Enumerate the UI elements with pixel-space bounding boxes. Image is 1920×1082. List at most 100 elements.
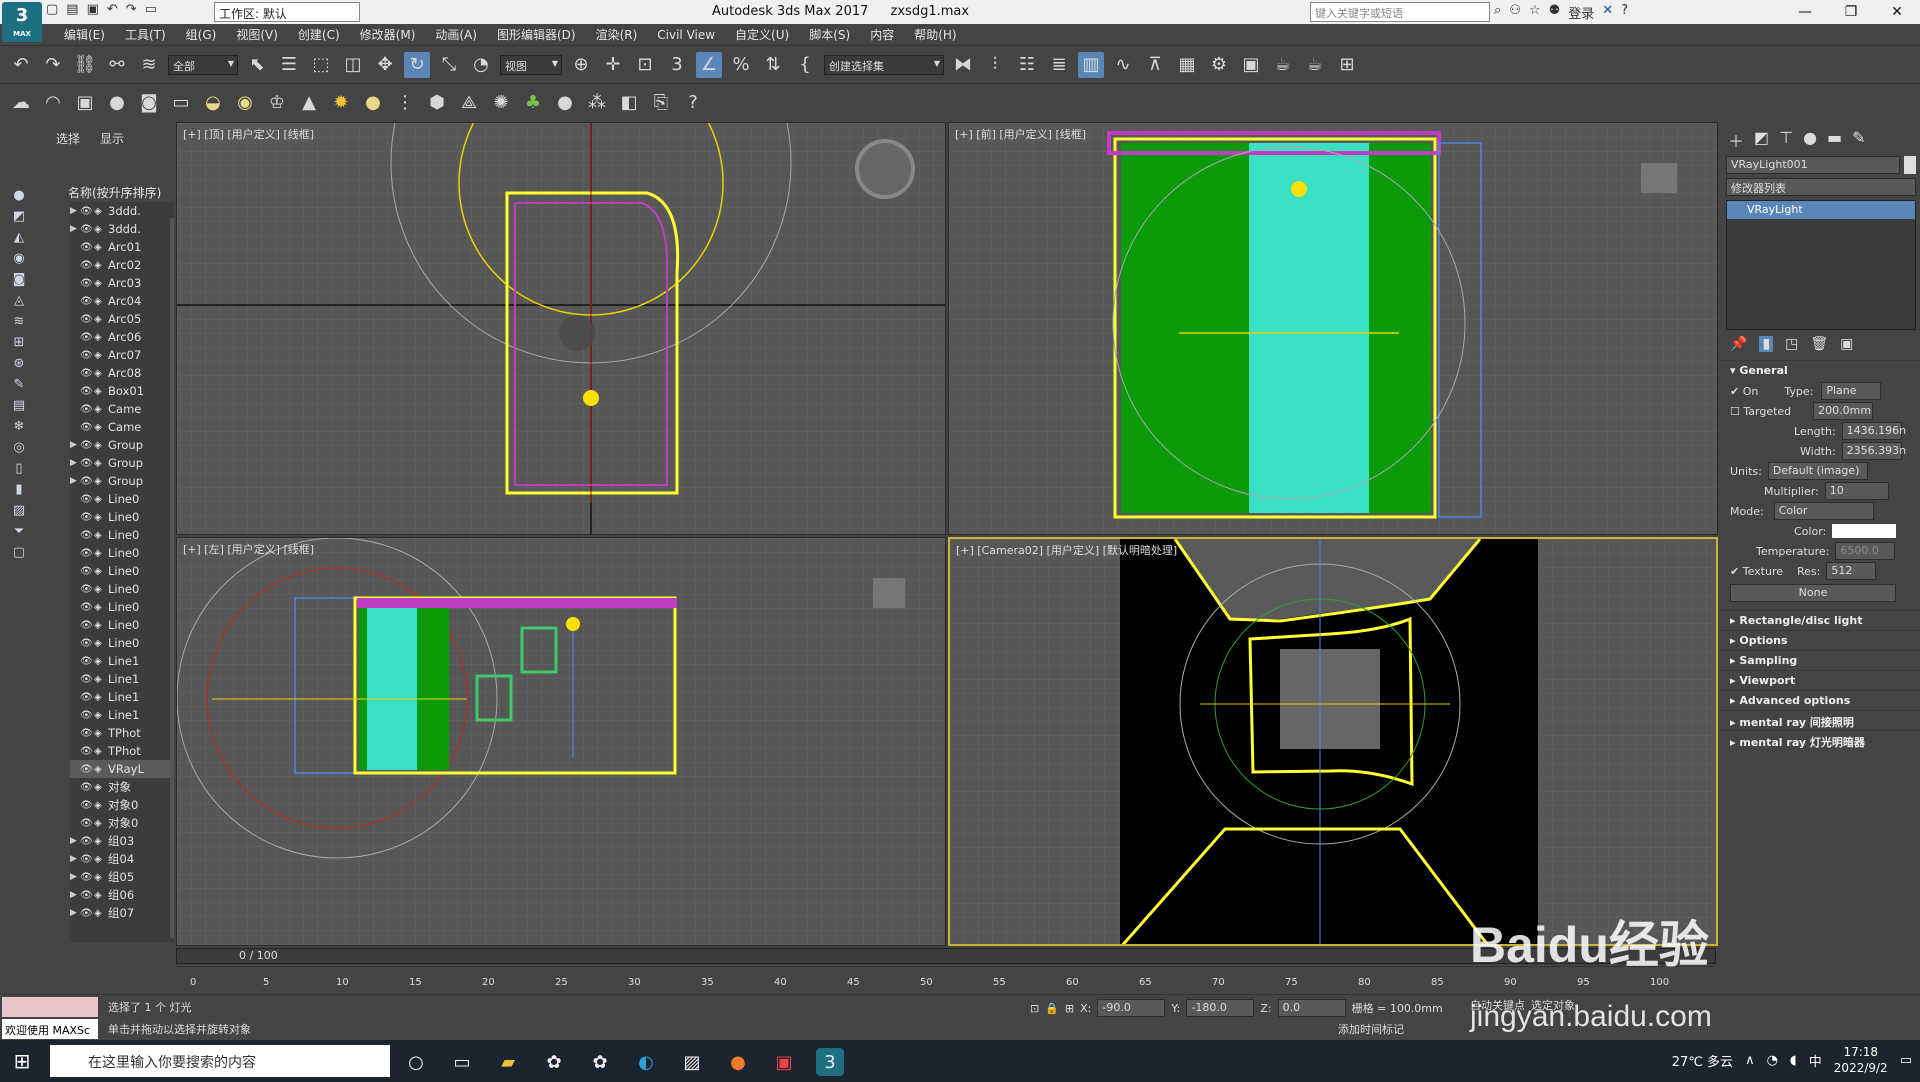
y-field[interactable]: -180.0	[1186, 999, 1255, 1017]
scene-tree-item[interactable]: 👁 ◈ Line1	[70, 670, 174, 688]
display-containers-icon[interactable]: ▤	[7, 394, 31, 416]
eye-icon[interactable]: 👁	[80, 782, 94, 793]
render-setup-icon[interactable]: ⚙	[1206, 52, 1232, 78]
scene-tree-item[interactable]: ▶ 👁 ◈ 组04	[70, 850, 174, 868]
scene-tree-item[interactable]: 👁 ◈ 对象0	[70, 796, 174, 814]
vray-dome-light-icon[interactable]: ◒	[200, 89, 226, 115]
scene-tree-item[interactable]: 👁 ◈ Line1	[70, 652, 174, 670]
rollout-header[interactable]: ▸ Sampling	[1720, 650, 1920, 670]
scene-tree-item[interactable]: 👁 ◈ Arc01	[70, 238, 174, 256]
texture-checkbox[interactable]: ✔	[1730, 565, 1739, 578]
rollout-header[interactable]: ▸ mental ray 间接照明	[1720, 710, 1920, 730]
vray-mesh-light-icon[interactable]: ♔	[264, 89, 290, 115]
targeted-checkbox[interactable]: ☐	[1730, 405, 1740, 418]
tab-display[interactable]: 显示	[100, 130, 124, 147]
close-icon[interactable]: ✕	[1874, 0, 1920, 24]
redo-icon[interactable]: ↷	[126, 2, 137, 17]
expand-arrow-icon[interactable]: ▶	[70, 854, 80, 864]
eye-icon[interactable]: 👁	[80, 746, 94, 757]
vray-sun-icon[interactable]: ✹	[328, 89, 354, 115]
curve-editor-icon[interactable]: ∿	[1110, 52, 1136, 78]
eye-icon[interactable]: 👁	[80, 494, 94, 505]
undo-icon[interactable]: ↶	[107, 2, 118, 17]
vray-fur2-icon[interactable]: ♣	[520, 89, 546, 115]
rollout-header[interactable]: ▸ mental ray 灯光明暗器	[1720, 730, 1920, 750]
scene-tree-item[interactable]: 👁 ◈ VRayL	[70, 760, 174, 778]
menu-item[interactable]: 脚本(S)	[799, 26, 860, 43]
eye-icon[interactable]: 👁	[80, 908, 94, 919]
scene-tree[interactable]: ▶ 👁 ◈ 3ddd. ▶ 👁 ◈ 3ddd. 👁 ◈ Arc01 👁 ◈ Arc02 👁 ◈ Arc03 👁 ◈ A…	[70, 202, 174, 942]
multiplier-field[interactable]: 10	[1824, 482, 1889, 500]
vray-ambient-light-icon[interactable]: ●	[360, 89, 386, 115]
rotate-icon[interactable]: ↻	[404, 51, 430, 78]
rollout-header[interactable]: ▸ Rectangle/disc light	[1720, 610, 1920, 630]
window-crossing-icon[interactable]: ◫	[340, 52, 366, 78]
vray-help-icon[interactable]: ?	[680, 89, 706, 115]
viewport-label-camera[interactable]: [+] [Camera02] [用户定义] [默认明暗处理]	[956, 542, 1177, 558]
scene-tree-item[interactable]: 👁 ◈ Line1	[70, 706, 174, 724]
app-icon[interactable]: ✿	[540, 1048, 568, 1076]
remove-modifier-icon[interactable]: 🗑	[1810, 336, 1828, 352]
type-dropdown[interactable]: Plane	[1821, 382, 1882, 400]
menu-item[interactable]: 创建(C)	[288, 26, 350, 43]
menu-item[interactable]: 组(G)	[176, 26, 227, 43]
temperature-field[interactable]: 6500.0	[1835, 542, 1896, 560]
layer-icon[interactable]: ▢	[7, 541, 31, 563]
isolate-icon[interactable]: ⊡	[1030, 1002, 1039, 1015]
vray-plane-light-icon[interactable]: ▭	[168, 89, 194, 115]
eye-icon[interactable]: 👁	[80, 854, 94, 865]
expand-arrow-icon[interactable]: ▶	[70, 872, 80, 882]
vray-ies-light-icon[interactable]: ▲	[296, 89, 322, 115]
create-tab-icon[interactable]: ＋	[1728, 128, 1744, 152]
vray-fb-icon[interactable]: ▣	[72, 89, 98, 115]
invert-display-icon[interactable]: ▨	[7, 499, 31, 521]
eye-icon[interactable]: 👁	[80, 872, 94, 883]
viewcube[interactable]	[855, 139, 915, 199]
mirror-icon[interactable]: ⧓	[950, 52, 976, 78]
eye-icon[interactable]: 👁	[80, 368, 94, 379]
network-icon[interactable]: ◔	[1767, 1053, 1778, 1068]
edit-named-sets-icon[interactable]: {	[792, 52, 818, 78]
notification-icon[interactable]: ▭	[1900, 1053, 1912, 1068]
cortana-icon[interactable]: ○	[402, 1048, 430, 1076]
vray-teapot-icon[interactable]: ☁	[8, 89, 34, 115]
display-hidden-icon[interactable]: ◎	[7, 436, 31, 458]
viewport-label-left[interactable]: [+] [左] [用户定义] [线框]	[183, 541, 314, 557]
align-icon[interactable]: ⫶	[982, 52, 1008, 78]
display-groups-icon[interactable]: ⊞	[7, 331, 31, 353]
expand-arrow-icon[interactable]: ▶	[70, 458, 80, 468]
object-name-field[interactable]: VRayLight001	[1726, 156, 1900, 174]
scene-tree-item[interactable]: 👁 ◈ Line0	[70, 634, 174, 652]
weather[interactable]: 27℃ 多云	[1672, 1051, 1733, 1070]
rendered-frame-icon[interactable]: ▣	[1238, 52, 1264, 78]
scene-tree-item[interactable]: 👁 ◈ Arc08	[70, 364, 174, 382]
viewport-front[interactable]: [+] [前] [用户定义] [线框]	[948, 122, 1718, 535]
named-selection-dropdown[interactable]: 创建选择集	[824, 54, 944, 75]
rollout-header[interactable]: ▸ Advanced options	[1720, 690, 1920, 710]
menu-item[interactable]: 自定义(U)	[725, 26, 799, 43]
scale-icon[interactable]: ⤡	[436, 52, 462, 78]
menu-item[interactable]: 帮助(H)	[904, 26, 966, 43]
rollout-header[interactable]: ▸ Options	[1720, 630, 1920, 650]
eye-icon[interactable]: 👁	[80, 638, 94, 649]
rect-selection-icon[interactable]: ⬚	[308, 52, 334, 78]
menu-item[interactable]: 动画(A)	[425, 26, 487, 43]
scene-tree-item[interactable]: 👁 ◈ 对象0	[70, 814, 174, 832]
reference-coord-dropdown[interactable]: 视图	[500, 54, 562, 75]
eye-icon[interactable]: 👁	[80, 692, 94, 703]
viewport-camera[interactable]: [+] [Camera02] [用户定义] [默认明暗处理]	[948, 537, 1718, 946]
expand-arrow-icon[interactable]: ▶	[70, 440, 80, 450]
eye-icon[interactable]: 👁	[80, 818, 94, 829]
select-by-name-icon[interactable]: ☰	[276, 52, 302, 78]
eye-icon[interactable]: 👁	[80, 512, 94, 523]
vray-material-icon[interactable]: ⁂	[584, 89, 610, 115]
expand-arrow-icon[interactable]: ▶	[70, 206, 80, 216]
eye-icon[interactable]: 👁	[80, 728, 94, 739]
mode-dropdown[interactable]: Color	[1773, 502, 1874, 520]
render-active-icon[interactable]: ☕	[1302, 52, 1328, 78]
filter-icon[interactable]: ⏷	[7, 520, 31, 542]
community-icon[interactable]: ⚇	[1509, 3, 1521, 22]
task-view-icon[interactable]: ▭	[448, 1048, 476, 1076]
scene-tree-item[interactable]: ▶ 👁 ◈ 组05	[70, 868, 174, 886]
eye-icon[interactable]: 👁	[80, 800, 94, 811]
